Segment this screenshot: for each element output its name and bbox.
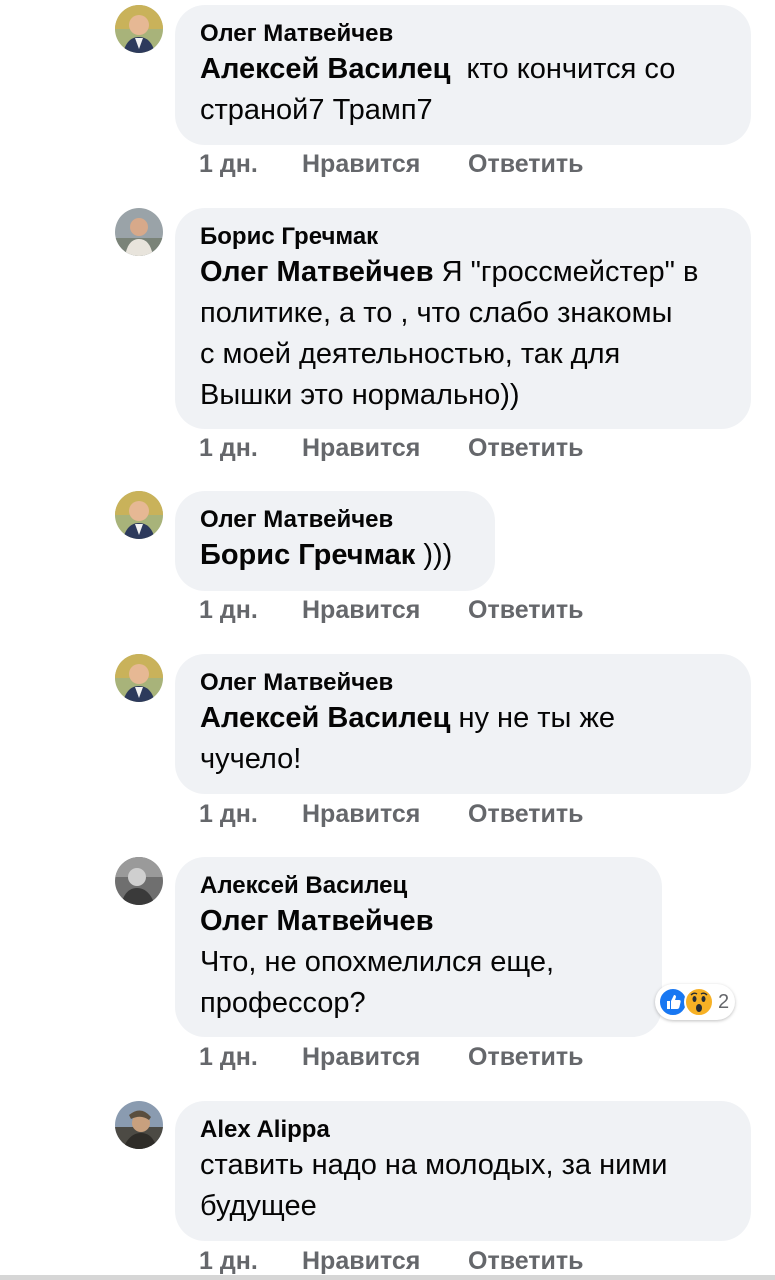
comment-bubble: Олег Матвейчев Борис Гречмак )))	[175, 491, 495, 591]
comment-bubble: Борис Гречмак Олег Матвейчев Я "гроссмей…	[175, 208, 751, 429]
comment-actions: 1 дн. Нравится Ответить	[199, 596, 584, 625]
reaction-summary[interactable]: 2	[655, 984, 736, 1020]
comment-text: Олег Матвейчев Что, не опохмелился еще, …	[200, 905, 555, 1019]
comment-time[interactable]: 1 дн.	[199, 1247, 302, 1276]
comment-bubble: Alex Alippa ставить надо на молодых, за …	[175, 1101, 751, 1241]
mention-link[interactable]: Борис Гречмак	[200, 539, 415, 571]
comment-actions: 1 дн. Нравится Ответить	[199, 1043, 584, 1072]
comment-time[interactable]: 1 дн.	[199, 150, 302, 179]
comment-bubble: Алексей Василец Олег Матвейчев Что, не о…	[175, 857, 662, 1037]
reply-link[interactable]: Ответить	[468, 434, 584, 463]
avatar-oleg-icon[interactable]	[115, 654, 163, 702]
mention-link[interactable]: Алексей Василец	[200, 702, 450, 734]
comment-time[interactable]: 1 дн.	[199, 596, 302, 625]
mention-link[interactable]: Алексей Василец	[200, 53, 450, 85]
like-link[interactable]: Нравится	[302, 800, 468, 829]
avatar-alex-icon[interactable]	[115, 1101, 163, 1149]
comment-actions: 1 дн. Нравится Ответить	[199, 800, 584, 829]
like-link[interactable]: Нравится	[302, 1043, 468, 1072]
like-link[interactable]: Нравится	[302, 434, 468, 463]
reply-link[interactable]: Ответить	[468, 800, 584, 829]
comment-time[interactable]: 1 дн.	[199, 800, 302, 829]
reply-link[interactable]: Ответить	[468, 1247, 584, 1276]
comment-actions: 1 дн. Нравится Ответить	[199, 1247, 584, 1276]
comment-text: Борис Гречмак )))	[200, 539, 453, 571]
comment-author[interactable]: Алексей Василец	[200, 871, 638, 901]
comment-time[interactable]: 1 дн.	[199, 1043, 302, 1072]
like-link[interactable]: Нравится	[302, 150, 468, 179]
comment-author[interactable]: Борис Гречмак	[200, 222, 727, 252]
comment-actions: 1 дн. Нравится Ответить	[199, 150, 584, 179]
divider	[0, 1275, 775, 1280]
wow-reaction-icon	[684, 987, 714, 1017]
reply-link[interactable]: Ответить	[468, 596, 584, 625]
reply-link[interactable]: Ответить	[468, 150, 584, 179]
comment-author[interactable]: Олег Матвейчев	[200, 668, 727, 698]
like-link[interactable]: Нравится	[302, 596, 468, 625]
comment-text: Олег Матвейчев Я "гроссмейстер" в полити…	[200, 256, 699, 411]
avatar-oleg-icon[interactable]	[115, 491, 163, 539]
comment-author[interactable]: Олег Матвейчев	[200, 505, 471, 535]
comment-author[interactable]: Alex Alippa	[200, 1115, 727, 1145]
mention-link[interactable]: Олег Матвейчев	[200, 905, 434, 937]
reaction-count: 2	[718, 990, 730, 1013]
comment-actions: 1 дн. Нравится Ответить	[199, 434, 584, 463]
comment-text: Алексей Василец ну не ты же чучело!	[200, 702, 615, 775]
comment-author[interactable]: Олег Матвейчев	[200, 19, 727, 49]
comment-bubble: Олег Матвейчев Алексей Василец кто кончи…	[175, 5, 751, 145]
comment-time[interactable]: 1 дн.	[199, 434, 302, 463]
mention-link[interactable]: Олег Матвейчев	[200, 256, 434, 288]
comment-text: Алексей Василец кто кончится со страной7…	[200, 53, 676, 126]
reply-link[interactable]: Ответить	[468, 1043, 584, 1072]
like-link[interactable]: Нравится	[302, 1247, 468, 1276]
comment-thread: Олег Матвейчев Алексей Василец кто кончи…	[0, 0, 775, 1280]
avatar-boris-icon[interactable]	[115, 208, 163, 256]
avatar-oleg-icon[interactable]	[115, 5, 163, 53]
avatar-aleksey-icon[interactable]	[115, 857, 163, 905]
comment-bubble: Олег Матвейчев Алексей Василец ну не ты …	[175, 654, 751, 794]
comment-text: ставить надо на молодых, за ними будущее	[200, 1149, 668, 1222]
